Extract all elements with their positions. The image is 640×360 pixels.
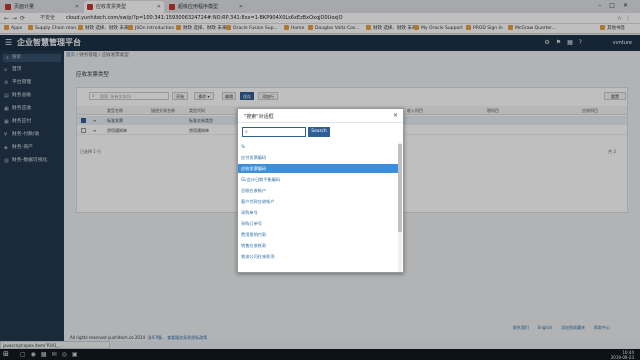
dialog-title: "搜索"对话框 [244,114,274,120]
search-button[interactable]: Search [308,127,330,137]
scrollbar-thumb[interactable] [398,144,402,232]
result-list: % 应付发票编码 应收发票编码 GL会计日期平衡编码 总账应收帐户 客户付款应收… [238,142,398,272]
list-item[interactable]: % [238,142,398,151]
list-item[interactable]: 费用报销付款 [238,230,398,239]
list-item[interactable]: 采购单号 [238,208,398,217]
dialog-search-input[interactable] [242,127,306,137]
list-item[interactable]: 客户付款应收帐户 [238,197,398,206]
scrollbar[interactable] [398,142,402,272]
list-item[interactable]: 销售应收帐款 [238,241,398,250]
list-item[interactable]: GL会计日期平衡编码 [238,175,398,184]
list-item[interactable]: 应付发票编码 [238,153,398,162]
close-icon[interactable]: ✕ [393,112,398,119]
search-dialog: "搜索"对话框 ✕ Search % 应付发票编码 应收发票编码 GL会计日期平… [237,108,404,273]
list-item[interactable]: 总账应收帐户 [238,186,398,195]
list-item-selected[interactable]: 应收发票编码 [238,164,398,173]
list-item[interactable]: 采购订单号 [238,219,398,228]
list-item[interactable]: 物流公司往来款项 [238,252,398,261]
divider [238,122,403,123]
